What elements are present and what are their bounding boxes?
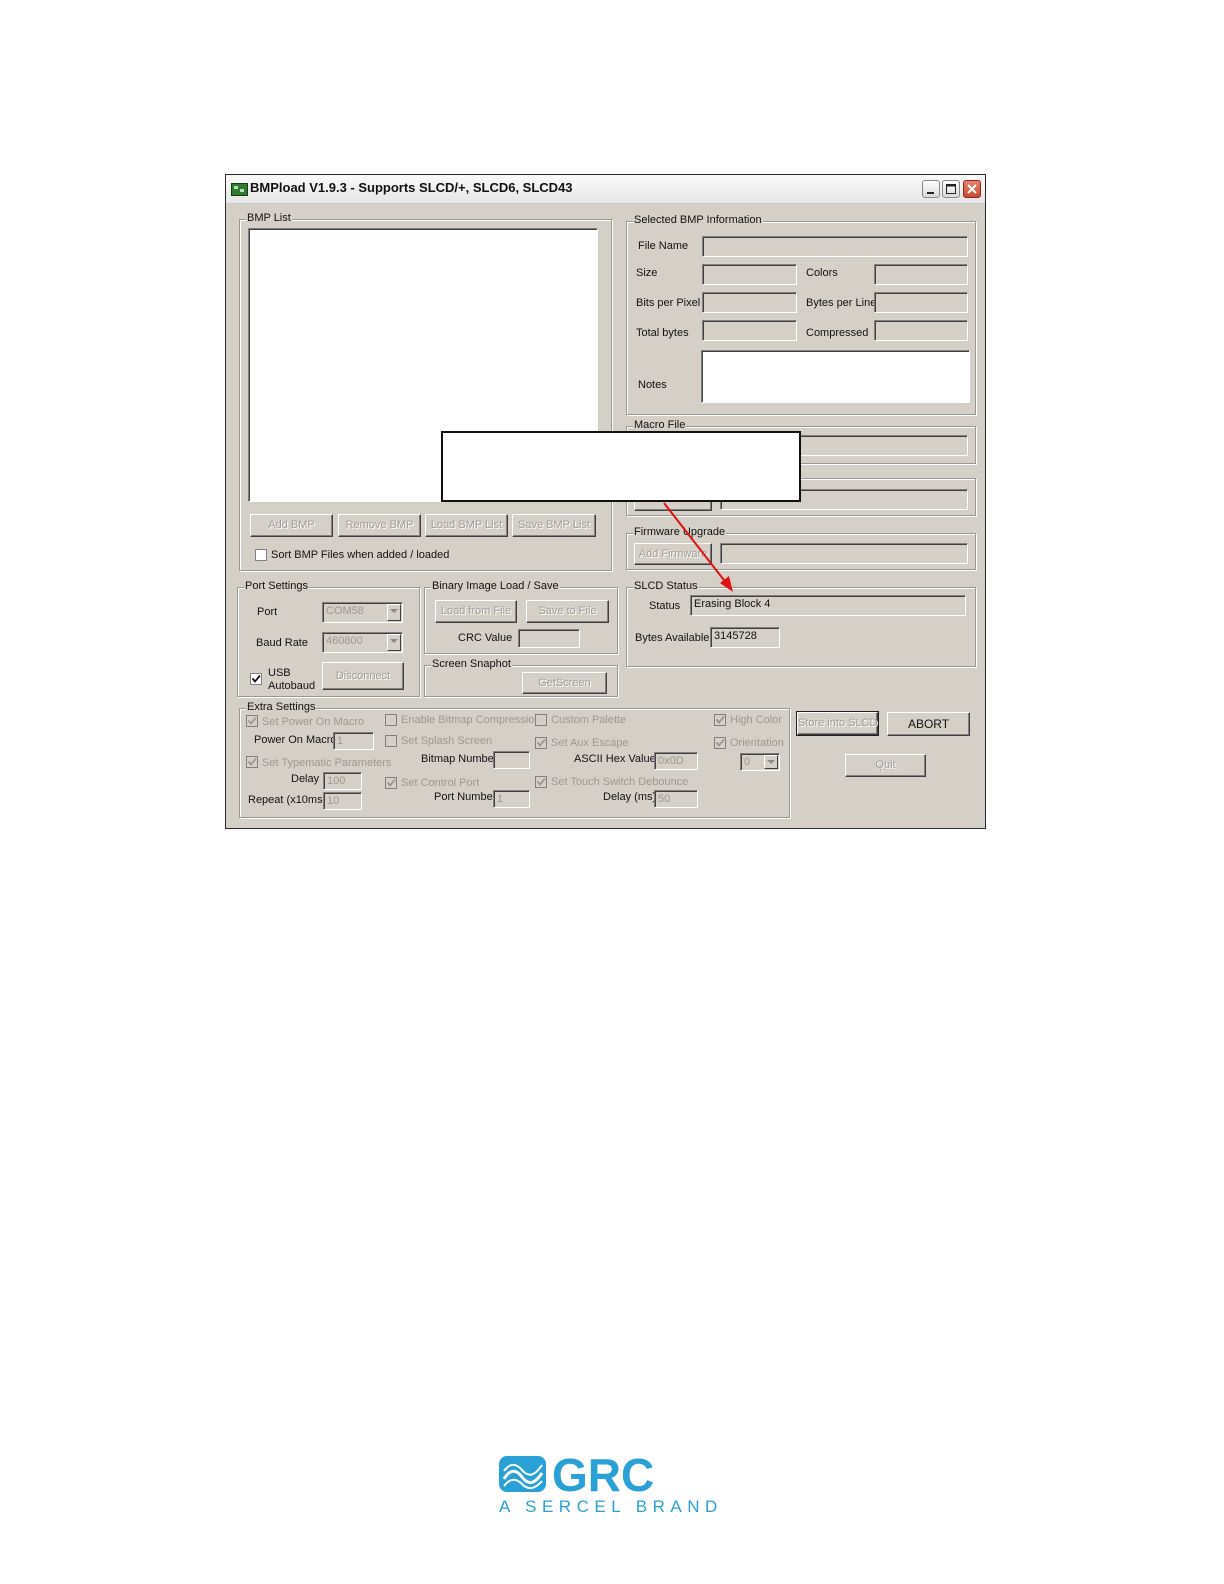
grc-logo: GRC [498,1449,712,1501]
grc-logo-text: GRC [552,1455,654,1495]
grc-tagline: A SERCEL BRAND [499,1497,723,1516]
annotation-arrow [663,502,733,592]
